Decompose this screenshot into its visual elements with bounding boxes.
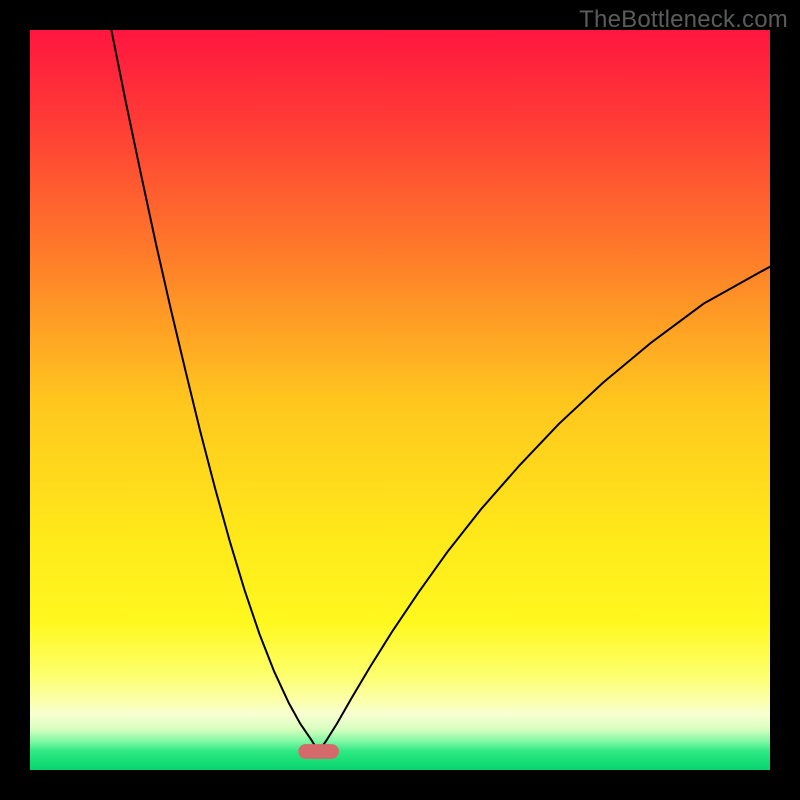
watermark-text: TheBottleneck.com <box>579 6 788 34</box>
chart-frame: TheBottleneck.com <box>0 0 800 800</box>
dip-marker <box>298 744 339 759</box>
bottleneck-chart <box>30 30 770 770</box>
chart-background <box>30 30 770 770</box>
